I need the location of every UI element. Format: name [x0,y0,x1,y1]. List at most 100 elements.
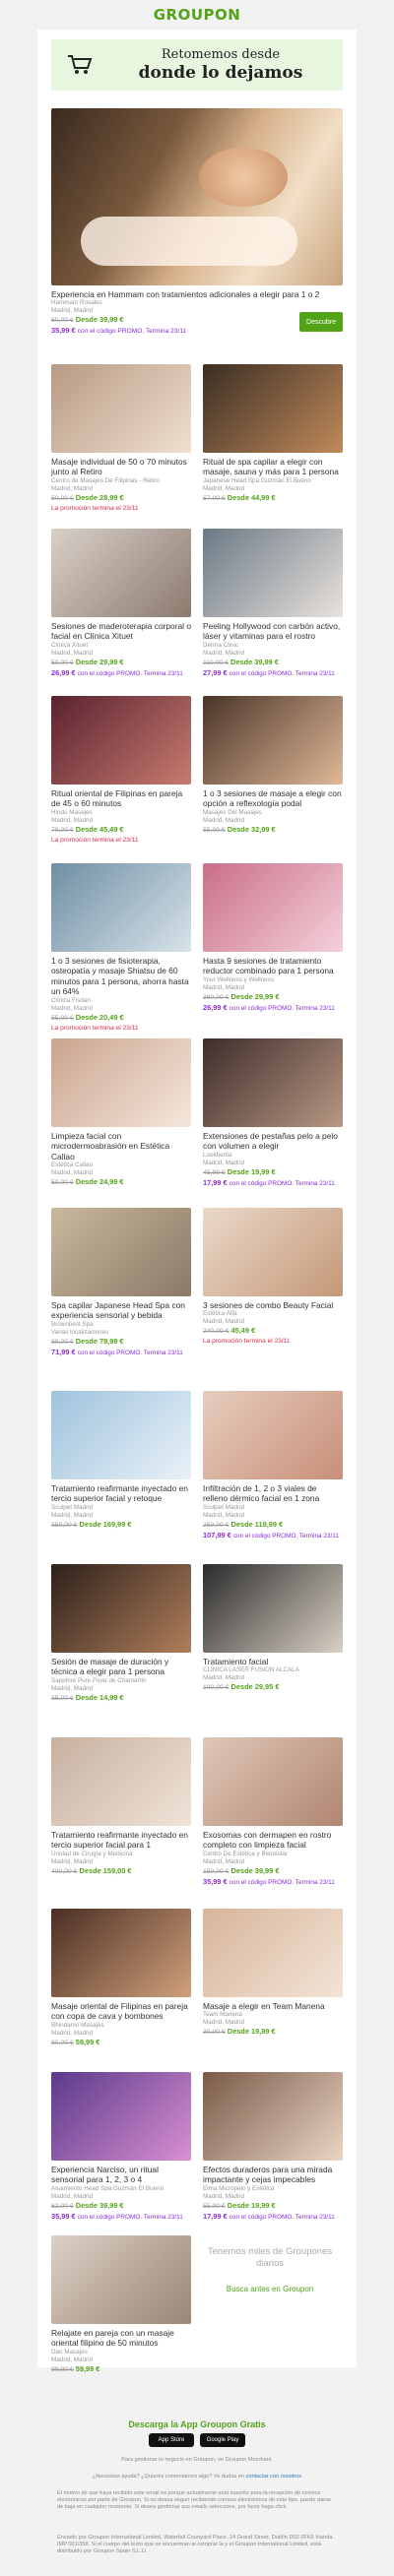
deal-tile[interactable]: Tratamiento facial CLÍNICA LASER FUSION A… [203,1564,343,1693]
deal-tile[interactable]: Spa capilar Japanese Head Spa con experi… [51,1208,191,1358]
groupon-logo[interactable]: GROUPON [154,6,241,24]
deal-image[interactable] [51,1038,191,1127]
deal-image[interactable] [203,2072,343,2161]
deal-image[interactable] [51,1737,191,1826]
google-play-badge[interactable]: Google Play [200,2433,245,2447]
deal-image[interactable] [203,696,343,785]
deal-promo-text: con el código PROMO. Termina 23/11 [229,1179,335,1187]
deal-title[interactable]: Ritual oriental de Filipinas en pareja d… [51,788,191,809]
deal-image[interactable] [51,1208,191,1296]
deal-title[interactable]: Exosomas con dermapen en rostro completo… [203,1830,343,1851]
deal-location: Varias localizaciones [51,1328,109,1336]
deal-image[interactable] [203,1038,343,1127]
deal-tile[interactable]: 1 o 3 sesiones de fisioterapia, osteopat… [51,863,191,1034]
deal-title[interactable]: Extensiones de pestañas pelo a pelo con … [203,1131,343,1152]
deal-title[interactable]: Limpieza facial con microdermoabrasión e… [51,1131,191,1162]
deal-title[interactable]: Sesión de masaje de duración y técnica a… [51,1657,191,1677]
deal-image[interactable] [203,364,343,453]
deal-title[interactable]: Masaje a elegir en Team Manena [203,2001,343,2011]
deal-price: Desde 159,00 € [79,1865,132,1875]
deal-title[interactable]: Ritual de spa capilar a elegir con masaj… [203,457,343,477]
deal-tile[interactable]: Masaje oriental de Filipinas en pareja c… [51,1909,191,2048]
deal-promo-price: 71,99 € [51,1347,76,1356]
deal-old-price: 110,00 € [203,659,229,666]
hero-deal[interactable]: Experiencia en Hammam con tratamientos a… [51,108,343,337]
deal-merchant: Bhindamo Masajes [51,2021,104,2029]
deal-tile[interactable]: Exosomas con dermapen en rostro completo… [203,1737,343,1888]
deal-tile[interactable]: Ritual oriental de Filipinas en pareja d… [51,696,191,846]
deal-price: Desde 45,49 € [75,824,124,834]
deal-tile[interactable]: Masaje individual de 50 o 70 minutos jun… [51,364,191,514]
deal-merchant: Derma Clinic [203,641,239,649]
deal-old-price: 360,00 € [203,993,230,1001]
deal-title[interactable]: Masaje oriental de Filipinas en pareja c… [51,2001,191,2022]
deal-price: Desde 119,99 € [230,1519,284,1529]
discover-button[interactable]: Descubre [299,312,343,332]
deal-image[interactable] [51,1564,191,1653]
deal-image[interactable] [51,2072,191,2161]
deal-title[interactable]: Tratamiento reafirmante inyectado en ter… [51,1830,191,1851]
deal-tile[interactable]: Infiltración de 1, 2 o 3 viales de relle… [203,1391,343,1541]
deal-price: Desde 28,99 € [75,492,124,502]
deal-tile[interactable]: Tratamiento reafirmante inyectado en ter… [51,1391,191,1531]
deal-image[interactable] [51,696,191,785]
deal-image[interactable] [51,1909,191,1997]
deal-merchant: Unidad de Cirugía y Medicina [51,1850,133,1857]
deal-tile[interactable]: Hasta 9 sesiones de tratamiento reductor… [203,863,343,1014]
deal-title[interactable]: Tratamiento reafirmante inyectado en ter… [51,1483,191,1504]
deal-merchant: Estética Alfa [203,1310,237,1318]
search-groupon-button[interactable]: Busca antes en Groupon [211,2278,329,2299]
deal-image[interactable] [51,863,191,952]
deal-image[interactable] [203,529,343,617]
deal-image[interactable] [203,1391,343,1479]
deal-title[interactable]: Peeling Hollywood con carbón activo, lás… [203,621,343,642]
cart-icon [61,46,98,84]
deal-image[interactable] [203,1564,343,1653]
deal-tile[interactable]: Sesiones de maderoterapia corporal o fac… [51,529,191,679]
deal-image[interactable] [203,1208,343,1296]
deal-image[interactable] [203,1737,343,1826]
deal-promo-price: 35,99 € [203,1876,228,1886]
deal-tile[interactable]: Experiencia Narciso, un ritual sensorial… [51,2072,191,2223]
deal-title[interactable]: Tratamiento facial [203,1657,343,1666]
deal-title[interactable]: 1 o 3 sesiones de masaje a elegir con op… [203,788,343,809]
deal-tile[interactable]: Peeling Hollywood con carbón activo, lás… [203,529,343,679]
deal-title[interactable]: Masaje individual de 50 o 70 minutos jun… [51,457,191,477]
app-download-title[interactable]: Descarga la App Groupon Gratis [128,2419,265,2429]
deal-tile[interactable]: Limpieza facial con microdermoabrasión e… [51,1038,191,1188]
deal-title[interactable]: Experiencia Narciso, un ritual sensorial… [51,2165,191,2185]
deal-image[interactable] [51,364,191,453]
deal-title[interactable]: Relajate en pareja con un masaje orienta… [51,2328,191,2349]
deal-tile[interactable]: 3 sesiones de combo Beauty Facial Estétic… [203,1208,343,1347]
deal-tile[interactable]: Ritual de spa capilar a elegir con masaj… [203,364,343,504]
deal-image[interactable] [203,1909,343,1997]
banner: Retomemos desde donde lo dejamos [51,39,343,91]
deal-title[interactable]: Hasta 9 sesiones de tratamiento reductor… [203,956,343,976]
deal-image[interactable] [51,529,191,617]
deal-tile[interactable]: Masaje a elegir en Team Manena Team Manen… [203,1909,343,2038]
deal-tile[interactable]: Relajate en pareja con un masaje orienta… [51,2235,191,2375]
app-store-badge[interactable]: App Store [149,2433,194,2447]
deal-tile[interactable]: Extensiones de pestañas pelo a pelo con … [203,1038,343,1189]
deal-old-price: 90,00 € [51,2039,74,2046]
deal-tile[interactable]: Efectos duraderos para una mirada impact… [203,2072,343,2223]
deal-title[interactable]: Infiltración de 1, 2 o 3 viales de relle… [203,1483,343,1504]
deal-old-price: 150,00 € [203,1867,230,1875]
deal-image[interactable] [203,863,343,952]
hero-image[interactable] [51,108,343,285]
deal-title[interactable]: Sesiones de maderoterapia corporal o fac… [51,621,191,642]
hero-old-price: 60,00 € [51,317,74,325]
deal-title[interactable]: 1 o 3 sesiones de fisioterapia, osteopat… [51,956,191,997]
deal-image[interactable] [51,1391,191,1479]
deal-tile[interactable]: 1 o 3 sesiones de masaje a elegir con op… [203,696,343,836]
deal-merchant: CLÍNICA LASER FUSION ALCALA [203,1666,299,1674]
contact-link[interactable]: contactar con nosotros [246,2474,302,2480]
deal-location: Madrid, Madrid [51,1684,93,1692]
deal-tile[interactable]: Sesión de masaje de duración y técnica a… [51,1564,191,1704]
deal-title[interactable]: Efectos duraderos para una mirada impact… [203,2165,343,2185]
deal-title[interactable]: Spa capilar Japanese Head Spa con experi… [51,1300,191,1321]
deal-title[interactable]: 3 sesiones de combo Beauty Facial [203,1300,343,1310]
deal-tile[interactable]: Tratamiento reafirmante inyectado en ter… [51,1737,191,1877]
deal-image[interactable] [51,2235,191,2324]
deal-location: Madrid, Madrid [203,1511,244,1519]
